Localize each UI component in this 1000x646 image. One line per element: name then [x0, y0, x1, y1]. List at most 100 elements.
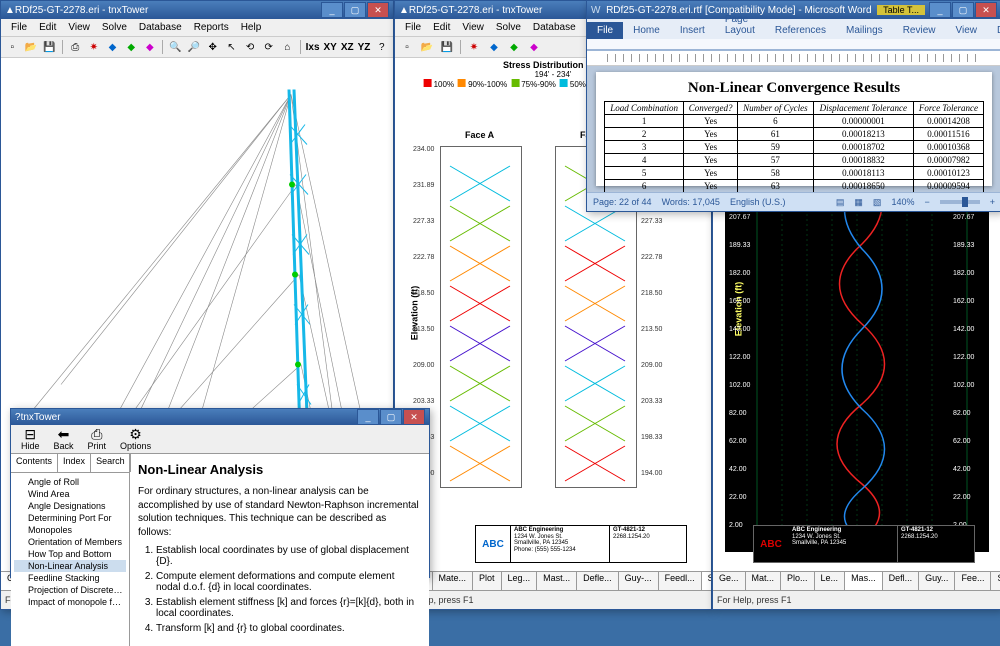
menu-edit[interactable]: Edit	[427, 21, 456, 34]
ribbon-tab-view[interactable]: View	[945, 22, 987, 39]
tree-item[interactable]: Impact of monopole feed l	[14, 596, 126, 608]
help-tab-contents[interactable]: Contents	[11, 454, 58, 472]
tab[interactable]: Defle...	[577, 572, 619, 590]
menu-solve[interactable]: Solve	[96, 21, 133, 34]
tab-stress[interactable]: Stress	[702, 572, 711, 590]
status-lang[interactable]: English (U.S.)	[730, 197, 786, 207]
ribbon-tab-pagelayout[interactable]: Page Layout	[715, 11, 765, 39]
menu-database[interactable]: Database	[527, 21, 582, 34]
tab[interactable]: Mat...	[746, 572, 782, 590]
new-icon[interactable]: ▫	[4, 38, 21, 56]
titlebar[interactable]: ▲ RDf25-GT-2278.eri - tnxTower _ ▢ ✕	[1, 1, 393, 19]
menu-view[interactable]: View	[62, 21, 96, 34]
tree-item[interactable]: Projection of Discrete App	[14, 584, 126, 596]
view-icon[interactable]: ▦	[854, 197, 863, 208]
menu-database[interactable]: Database	[133, 21, 188, 34]
open-icon[interactable]: 📂	[418, 38, 436, 56]
tab[interactable]: Guy-...	[619, 572, 659, 590]
zoom-in-icon[interactable]: 🔍	[167, 38, 184, 56]
maximize-button[interactable]: ▢	[344, 2, 366, 18]
close-button[interactable]: ✕	[403, 409, 425, 425]
back-button[interactable]: ⬅Back	[50, 425, 78, 453]
save-icon[interactable]: 💾	[438, 38, 456, 56]
tool-icon[interactable]: ✷	[465, 38, 483, 56]
tool-icon[interactable]: ◆	[485, 38, 503, 56]
tree-item[interactable]: Orientation of Members	[14, 536, 126, 548]
tree-item[interactable]: How Top and Bottom	[14, 548, 126, 560]
close-button[interactable]: ✕	[975, 2, 997, 18]
help-icon[interactable]: ?	[373, 38, 390, 56]
tab[interactable]: Ge...	[713, 572, 746, 590]
reset-icon[interactable]: ⌂	[279, 38, 296, 56]
zoom-in-button[interactable]: +	[990, 197, 995, 207]
tab[interactable]: Defl...	[883, 572, 920, 590]
status-page[interactable]: Page: 22 of 44	[593, 197, 652, 207]
minimize-button[interactable]: _	[929, 2, 951, 18]
pointer-icon[interactable]: ↖	[223, 38, 240, 56]
menu-file[interactable]: File	[5, 21, 33, 34]
tab[interactable]: Feedl...	[659, 572, 702, 590]
status-words[interactable]: Words: 17,045	[662, 197, 720, 207]
help-tree[interactable]: Angle of RollWind AreaAngle Designations…	[11, 473, 129, 646]
new-icon[interactable]: ▫	[398, 38, 416, 56]
tool-icon[interactable]: ✷	[86, 38, 103, 56]
tool-icon[interactable]: ◆	[505, 38, 523, 56]
hide-button[interactable]: ⊟Hide	[17, 425, 44, 453]
tab[interactable]: Guy...	[919, 572, 955, 590]
titlebar[interactable]: ? tnxTower _ ▢ ✕	[11, 409, 429, 425]
tab[interactable]: Mast...	[537, 572, 577, 590]
tool-icon[interactable]: ◆	[104, 38, 121, 56]
tree-item[interactable]: Angle of Roll	[14, 476, 126, 488]
axis-xy-button[interactable]: XY	[323, 38, 338, 56]
open-icon[interactable]: 📂	[23, 38, 40, 56]
ribbon-tab-developer[interactable]: Developer	[987, 22, 1000, 39]
tree-item[interactable]: Feedline Stacking	[14, 572, 126, 584]
tree-item[interactable]: Monopoles	[14, 524, 126, 536]
minimize-button[interactable]: _	[321, 2, 343, 18]
ribbon-tab-insert[interactable]: Insert	[670, 22, 715, 39]
tree-item[interactable]: Wind Area	[14, 488, 126, 500]
menu-file[interactable]: File	[399, 21, 427, 34]
status-zoom[interactable]: 140%	[891, 197, 914, 207]
pan-icon[interactable]: ✥	[204, 38, 221, 56]
tab-mast[interactable]: Mas...	[845, 572, 883, 590]
view-icon[interactable]: ▤	[836, 197, 845, 208]
rotate-icon[interactable]: ⟳	[260, 38, 277, 56]
ribbon-tab-file[interactable]: File	[587, 22, 623, 39]
maximize-button[interactable]: ▢	[380, 409, 402, 425]
tab[interactable]: Plot	[473, 572, 502, 590]
save-icon[interactable]: 💾	[41, 38, 58, 56]
tool-icon[interactable]: ◆	[123, 38, 140, 56]
print-icon[interactable]: ⎙	[67, 38, 84, 56]
zoom-out-icon[interactable]: 🔎	[186, 38, 203, 56]
tree-item[interactable]: Non-Linear Analysis	[14, 560, 126, 572]
view-icon[interactable]: ▧	[873, 197, 882, 208]
menu-solve[interactable]: Solve	[490, 21, 527, 34]
close-button[interactable]: ✕	[367, 2, 389, 18]
menu-edit[interactable]: Edit	[33, 21, 62, 34]
tree-item[interactable]: Determining Port For	[14, 512, 126, 524]
ruler[interactable]	[587, 51, 1000, 66]
axis-button[interactable]: Ixs	[305, 38, 321, 56]
ribbon-tab-home[interactable]: Home	[623, 22, 670, 39]
zoom-out-button[interactable]: −	[924, 197, 929, 207]
ribbon-tab-mailings[interactable]: Mailings	[836, 22, 893, 39]
menu-reports[interactable]: Reports	[188, 21, 235, 34]
help-content[interactable]: Non-Linear Analysis For ordinary structu…	[130, 454, 429, 646]
tab[interactable]: St...	[991, 572, 1000, 590]
tab[interactable]: Leg...	[502, 572, 538, 590]
ribbon-tab-review[interactable]: Review	[893, 22, 946, 39]
word-canvas[interactable]: Non-Linear Convergence Results Load Comb…	[587, 66, 1000, 192]
tree-item[interactable]: Angle Designations	[14, 500, 126, 512]
minimize-button[interactable]: _	[357, 409, 379, 425]
print-button[interactable]: ⎙Print	[84, 425, 111, 453]
menu-view[interactable]: View	[456, 21, 490, 34]
tab[interactable]: Fee...	[955, 572, 991, 590]
help-tab-index[interactable]: Index	[58, 454, 91, 472]
tool-icon[interactable]: ◆	[142, 38, 159, 56]
help-tab-search[interactable]: Search	[91, 454, 131, 472]
tab[interactable]: Mate...	[433, 572, 474, 590]
axis-xz-button[interactable]: XZ	[340, 38, 355, 56]
maximize-button[interactable]: ▢	[952, 2, 974, 18]
zoom-slider[interactable]	[940, 200, 980, 204]
